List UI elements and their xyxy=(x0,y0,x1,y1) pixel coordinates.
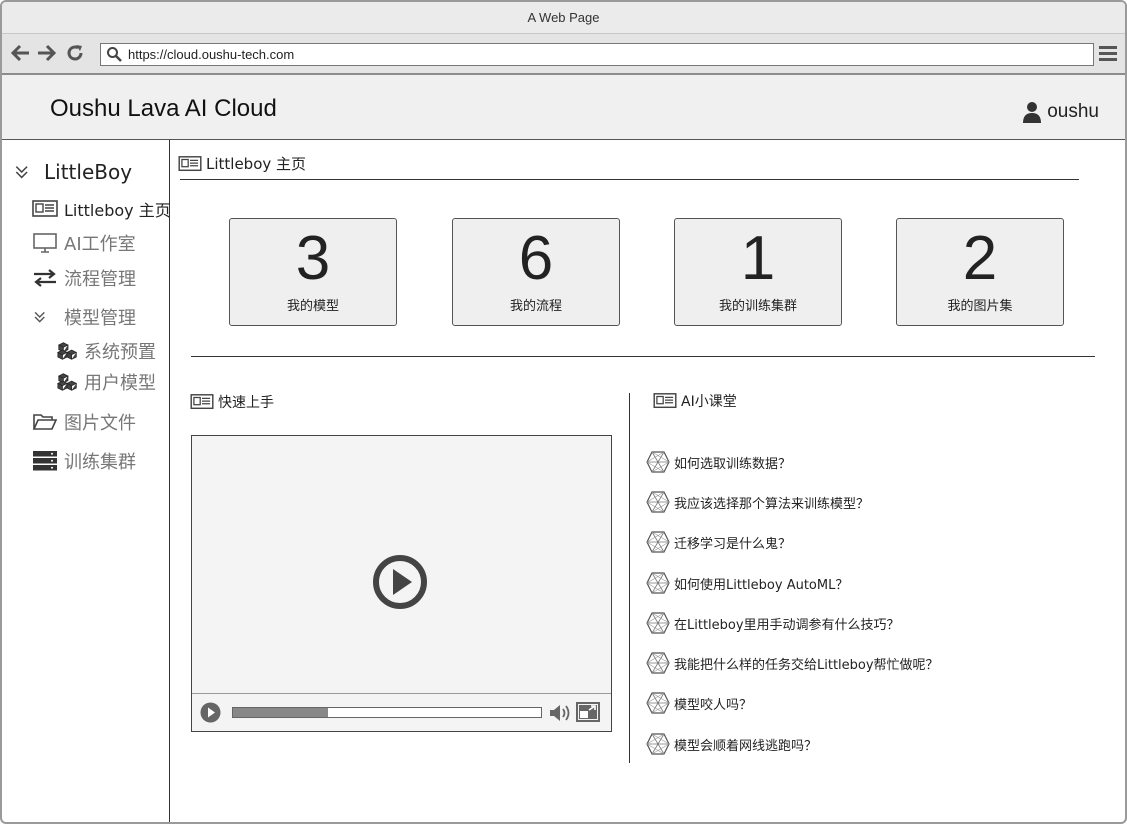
hexagon-icon xyxy=(646,652,670,674)
back-arrow-icon[interactable] xyxy=(10,43,32,65)
sidebar-item-system-preset[interactable]: 系统预置 xyxy=(56,338,156,364)
classroom-heading: AI小课堂 xyxy=(653,391,737,411)
hamburger-menu-icon[interactable] xyxy=(1099,46,1117,62)
server-icon xyxy=(33,451,57,471)
app-title: Oushu Lava AI Cloud xyxy=(50,95,277,122)
fullscreen-icon[interactable] xyxy=(576,702,600,722)
sidebar-item-workflows[interactable]: 流程管理 xyxy=(32,265,136,291)
video-progress-fill xyxy=(233,708,329,717)
hexagon-icon xyxy=(646,612,670,634)
newspaper-icon xyxy=(653,393,677,409)
divider xyxy=(180,179,1079,180)
sidebar-item-user-models[interactable]: 用户模型 xyxy=(56,369,156,395)
sidebar-item-model-management[interactable]: 模型管理 xyxy=(32,304,136,330)
stat-card-clusters[interactable]: 1 我的训练集群 xyxy=(674,218,842,326)
stat-card-image-sets[interactable]: 2 我的图片集 xyxy=(896,218,1064,326)
newspaper-icon xyxy=(178,155,202,171)
stat-label: 我的模型 xyxy=(286,299,339,314)
sidebar-item-ai-studio[interactable]: AI工作室 xyxy=(32,230,136,256)
classroom-question-link[interactable]: 模型会顺着网线逃跑吗？ xyxy=(646,733,817,755)
sidebar-item-label: 系统预置 xyxy=(84,342,156,363)
stat-value: 3 xyxy=(295,224,331,293)
divider xyxy=(191,356,1095,357)
question-text: 模型咬人吗？ xyxy=(674,697,753,713)
question-text: 如何选取训练数据？ xyxy=(674,456,792,472)
play-icon[interactable] xyxy=(200,702,221,723)
stat-value: 6 xyxy=(518,224,554,293)
app-header: Oushu Lava AI Cloud oushu xyxy=(2,75,1125,140)
user-icon xyxy=(1023,102,1042,123)
user-menu[interactable]: oushu xyxy=(1023,101,1099,123)
question-text: 我能把什么样的任务交给Littleboy帮忙做呢？ xyxy=(674,657,939,673)
newspaper-icon xyxy=(32,200,58,217)
sidebar: LittleBoy Littleboy 主页 AI工作室 流程管理 模型管理 系… xyxy=(2,140,171,822)
classroom-question-link[interactable]: 如何使用Littleboy AutoML？ xyxy=(646,572,848,594)
question-text: 模型会顺着网线逃跑吗？ xyxy=(674,738,818,754)
hexagon-icon xyxy=(646,491,670,513)
stat-value: 2 xyxy=(962,224,998,293)
hexagon-icon xyxy=(646,531,670,553)
quickstart-title: 快速上手 xyxy=(218,395,274,411)
sidebar-item-label: 模型管理 xyxy=(64,308,136,329)
url-text: https://cloud.oushu-tech.com xyxy=(128,47,295,62)
forward-arrow-icon[interactable] xyxy=(35,43,57,65)
stat-card-models[interactable]: 3 我的模型 xyxy=(229,218,397,326)
sidebar-item-home[interactable]: Littleboy 主页 xyxy=(32,197,171,221)
sidebar-root-littleboy[interactable]: LittleBoy xyxy=(14,160,132,184)
quickstart-heading: 快速上手 xyxy=(190,392,274,412)
chevron-double-down-icon xyxy=(34,311,45,323)
sidebar-item-label: Littleboy 主页 xyxy=(64,201,171,220)
stat-label: 我的图片集 xyxy=(947,299,1013,314)
browser-toolbar: https://cloud.oushu-tech.com xyxy=(2,34,1125,75)
page-title: Littleboy 主页 xyxy=(178,153,306,174)
browser-window: A Web Page https://cloud.oushu-tech.com … xyxy=(0,0,1127,824)
hexagon-icon xyxy=(646,572,670,594)
classroom-question-link[interactable]: 我能把什么样的任务交给Littleboy帮忙做呢？ xyxy=(646,652,939,674)
classroom-question-link[interactable]: 如何选取训练数据？ xyxy=(646,451,791,473)
play-circle-icon[interactable] xyxy=(372,554,428,610)
classroom-question-link[interactable]: 在Littleboy里用手动调参有什么技巧？ xyxy=(646,612,900,634)
monitor-icon xyxy=(33,233,57,253)
stat-value: 1 xyxy=(740,224,776,293)
video-progress-bar[interactable] xyxy=(232,707,542,718)
video-controls xyxy=(192,693,611,731)
reload-icon[interactable] xyxy=(64,43,86,65)
sidebar-item-label: 流程管理 xyxy=(64,269,136,290)
username: oushu xyxy=(1047,101,1099,122)
column-divider xyxy=(629,393,630,763)
sidebar-item-label: 图片文件 xyxy=(64,413,136,434)
question-text: 我应该选择那个算法来训练模型？ xyxy=(674,496,870,512)
hexagon-icon xyxy=(646,692,670,714)
newspaper-icon xyxy=(190,394,214,410)
exchange-icon xyxy=(34,269,56,287)
video-player[interactable] xyxy=(191,435,612,732)
search-icon xyxy=(107,47,122,62)
sidebar-item-training-clusters[interactable]: 训练集群 xyxy=(32,448,136,474)
chevron-double-down-icon xyxy=(15,166,28,179)
classroom-question-link[interactable]: 我应该选择那个算法来训练模型？ xyxy=(646,491,869,513)
question-text: 在Littleboy里用手动调参有什么技巧？ xyxy=(674,617,900,633)
page-title-text: Littleboy 主页 xyxy=(206,155,307,173)
cubes-icon xyxy=(57,342,78,360)
cubes-icon xyxy=(57,373,78,391)
sidebar-item-label: 训练集群 xyxy=(64,452,136,473)
classroom-title: AI小课堂 xyxy=(681,394,737,410)
classroom-question-link[interactable]: 模型咬人吗？ xyxy=(646,692,752,714)
sidebar-item-label: AI工作室 xyxy=(64,234,136,255)
folder-open-icon xyxy=(32,414,58,430)
sidebar-item-label: 用户模型 xyxy=(84,373,156,394)
address-bar[interactable]: https://cloud.oushu-tech.com xyxy=(100,43,1094,66)
question-text: 迁移学习是什么鬼？ xyxy=(674,536,792,552)
volume-icon[interactable] xyxy=(548,702,572,724)
sidebar-item-image-files[interactable]: 图片文件 xyxy=(32,409,136,435)
classroom-question-link[interactable]: 迁移学习是什么鬼？ xyxy=(646,531,791,553)
window-title: A Web Page xyxy=(2,2,1125,34)
stat-card-workflows[interactable]: 6 我的流程 xyxy=(452,218,620,326)
stat-label: 我的流程 xyxy=(509,299,562,314)
stat-label: 我的训练集群 xyxy=(718,299,797,314)
sidebar-root-label: LittleBoy xyxy=(44,160,133,184)
hexagon-icon xyxy=(646,451,670,473)
question-text: 如何使用Littleboy AutoML？ xyxy=(674,577,849,593)
hexagon-icon xyxy=(646,733,670,755)
